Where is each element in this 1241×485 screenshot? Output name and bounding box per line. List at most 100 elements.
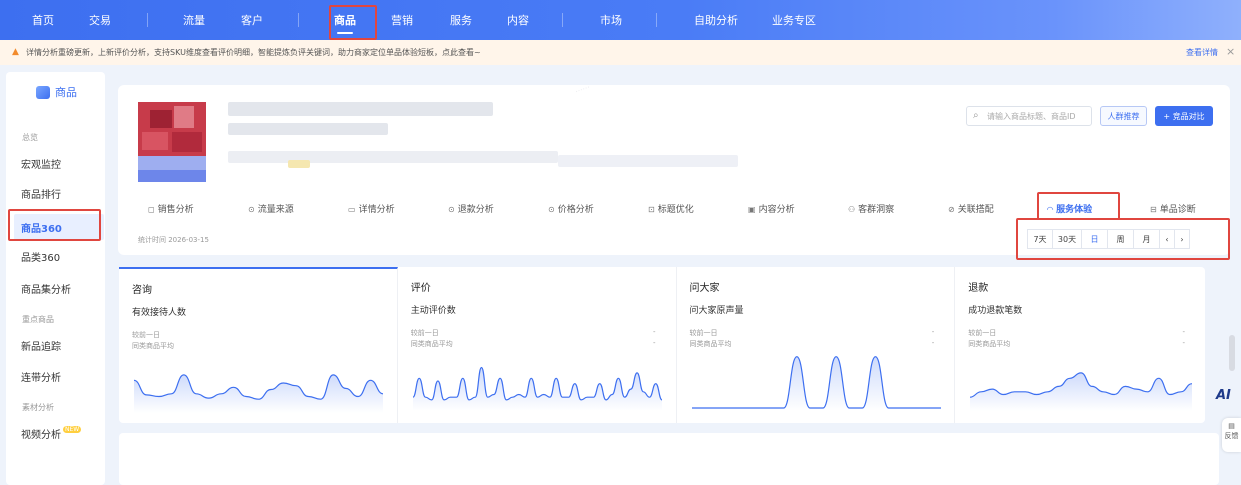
sidebar-header: 商品 <box>36 84 77 100</box>
nav-divider <box>656 13 657 27</box>
card-compare-label: 较前一日 <box>689 329 718 337</box>
sparkline-line <box>691 356 941 409</box>
flow-icon: ⊙ <box>248 205 255 214</box>
card-compare-label: 较前一日 <box>410 329 439 337</box>
sparkline-line <box>412 366 663 401</box>
bell-icon: ▲ <box>12 47 19 57</box>
sidebar-item-video[interactable]: 视频分析NEW <box>21 426 82 441</box>
tab-price[interactable]: ⊙ 价格分析 <box>548 202 594 215</box>
sidebar: 商品 总览 宏观监控 商品排行 商品360 品类360 商品集分析 重点商品 新… <box>6 72 105 485</box>
nav-customer[interactable]: 客户 <box>241 0 263 40</box>
nav-content[interactable]: 内容 <box>507 0 529 40</box>
users-icon: ⚇ <box>848 205 856 214</box>
card-title: 咨询 <box>132 285 152 296</box>
card-peer-value: - <box>931 339 935 347</box>
tab-single-diagnose[interactable]: ⊟ 单品诊断 <box>1150 202 1196 215</box>
card-title: 问大家 <box>689 283 720 294</box>
stat-time: 统计时间 2026-03-15 <box>138 236 209 244</box>
notice-bar: ▲ 详情分析重磅更新，上新评价分析，支持SKU维度查看评价明细，智能提炼负评关键… <box>0 40 1241 65</box>
scrollbar[interactable] <box>1229 335 1235 371</box>
price-icon: ⊙ <box>548 205 555 214</box>
highlight-box <box>329 5 377 40</box>
diagnose-icon: ⊟ <box>1150 205 1157 214</box>
card-peer-label: 同类商品平均 <box>410 340 453 348</box>
feedback-button[interactable]: ▤ 反馈 <box>1222 418 1241 452</box>
nav-marketing[interactable]: 营销 <box>391 0 413 40</box>
nav-divider <box>147 13 148 27</box>
card-metric: 问大家原声量 <box>689 306 744 316</box>
card-title: 退款 <box>968 283 989 294</box>
sidebar-title: 商品 <box>55 86 77 99</box>
new-badge: NEW <box>63 426 82 433</box>
metric-card-review[interactable]: 评价 主动评价数 较前一日 同类商品平均 - - <box>398 267 677 423</box>
trend-sparkline <box>691 356 941 411</box>
nav-divider <box>562 13 563 27</box>
notice-text: 详情分析重磅更新，上新评价分析，支持SKU维度查看评价明细，智能提炼负评关键词，… <box>26 48 481 57</box>
highlight-box <box>1016 218 1230 260</box>
shopping-bag-icon: ◻ <box>148 205 155 214</box>
crowd-recommend-button[interactable]: 人群推荐 <box>1100 106 1147 126</box>
feedback-label: 反馈 <box>1224 432 1239 440</box>
metric-card-refund[interactable]: 退款 成功退款笔数 较前一日 同类商品平均 - - <box>955 267 1205 423</box>
tab-refund[interactable]: ⊙ 退款分析 <box>448 202 494 215</box>
sparkline-area <box>412 367 662 411</box>
card-compare-label: 较前一日 <box>132 331 160 339</box>
metric-card-consult[interactable]: 咨询 有效接待人数 较前一日 同类商品平均 <box>119 267 398 423</box>
nav-home[interactable]: 首页 <box>32 0 54 40</box>
card-metric: 主动评价数 <box>410 306 456 316</box>
nav-traffic[interactable]: 流量 <box>183 0 205 40</box>
card-metric: 有效接待人数 <box>132 308 187 318</box>
feedback-icon: ▤ <box>1228 422 1235 430</box>
content-icon: ▣ <box>748 205 756 214</box>
sidebar-item-new-tracking[interactable]: 新品追踪 <box>21 338 61 353</box>
tab-association[interactable]: ⊘ 关联搭配 <box>948 202 994 215</box>
highlight-box <box>8 209 101 241</box>
trend-sparkline <box>970 372 1193 411</box>
nav-market[interactable]: 市场 <box>600 0 622 40</box>
highlight-box <box>1037 192 1120 220</box>
refund-icon: ⊙ <box>448 205 455 214</box>
search-input[interactable]: ⌕ 请输入商品标题、商品ID <box>966 106 1092 126</box>
nav-business-zone[interactable]: 业务专区 <box>772 0 816 40</box>
tab-crowd-insight[interactable]: ⚇ 客群洞察 <box>848 202 894 215</box>
card-compare-value: - <box>931 328 935 336</box>
tab-content[interactable]: ▣ 内容分析 <box>748 202 795 215</box>
nav-self-analysis[interactable]: 自助分析 <box>694 0 738 40</box>
product-subtitle <box>228 123 388 135</box>
tab-title-optimize[interactable]: ⊡ 标题优化 <box>648 202 694 215</box>
sidebar-item-link-analysis[interactable]: 连带分析 <box>21 369 61 384</box>
sidebar-item-video-label: 视频分析 <box>21 430 61 441</box>
sidebar-item-category360[interactable]: 品类360 <box>21 249 60 264</box>
product-tag <box>288 160 310 168</box>
tab-sales[interactable]: ◻ 销售分析 <box>148 202 194 215</box>
detail-panel <box>119 433 1219 485</box>
sidebar-item-ranking[interactable]: 商品排行 <box>21 186 61 201</box>
tab-traffic-source[interactable]: ⊙ 流量来源 <box>248 202 294 215</box>
product-title <box>228 102 493 116</box>
search-icon: ⌕ <box>973 110 979 121</box>
metric-card-ask[interactable]: 问大家 问大家原声量 较前一日 同类商品平均 - - <box>677 267 956 423</box>
trend-sparkline <box>412 366 663 411</box>
close-icon[interactable]: × <box>1226 45 1235 58</box>
card-peer-value: - <box>652 339 656 347</box>
card-compare-value: - <box>652 328 656 336</box>
nav-service[interactable]: 服务 <box>450 0 472 40</box>
sidebar-group-material: 素材分析 <box>22 403 54 412</box>
ai-assistant-button[interactable]: AI <box>1216 388 1231 403</box>
card-peer-label: 同类商品平均 <box>132 342 174 350</box>
card-metric: 成功退款笔数 <box>968 306 1023 316</box>
search-placeholder: 请输入商品标题、商品ID <box>987 112 1076 121</box>
goods-icon <box>36 85 50 99</box>
title-icon: ⊡ <box>648 205 655 214</box>
card-title: 评价 <box>410 283 431 294</box>
metric-cards: 咨询 有效接待人数 较前一日 同类商品平均 评价 主动评价数 较前一日 同类商品… <box>119 267 1205 423</box>
notice-detail-link[interactable]: 查看详情 <box>1186 47 1218 58</box>
sparkline-area <box>691 356 941 411</box>
tab-detail[interactable]: ▭ 详情分析 <box>348 202 395 215</box>
competitor-compare-button[interactable]: + 竞品对比 <box>1155 106 1213 126</box>
sidebar-item-goods-set[interactable]: 商品集分析 <box>21 281 71 296</box>
card-compare-value: - <box>1182 328 1186 336</box>
product-image <box>138 102 206 182</box>
sidebar-item-macro[interactable]: 宏观监控 <box>21 156 61 171</box>
nav-trade[interactable]: 交易 <box>89 0 111 40</box>
